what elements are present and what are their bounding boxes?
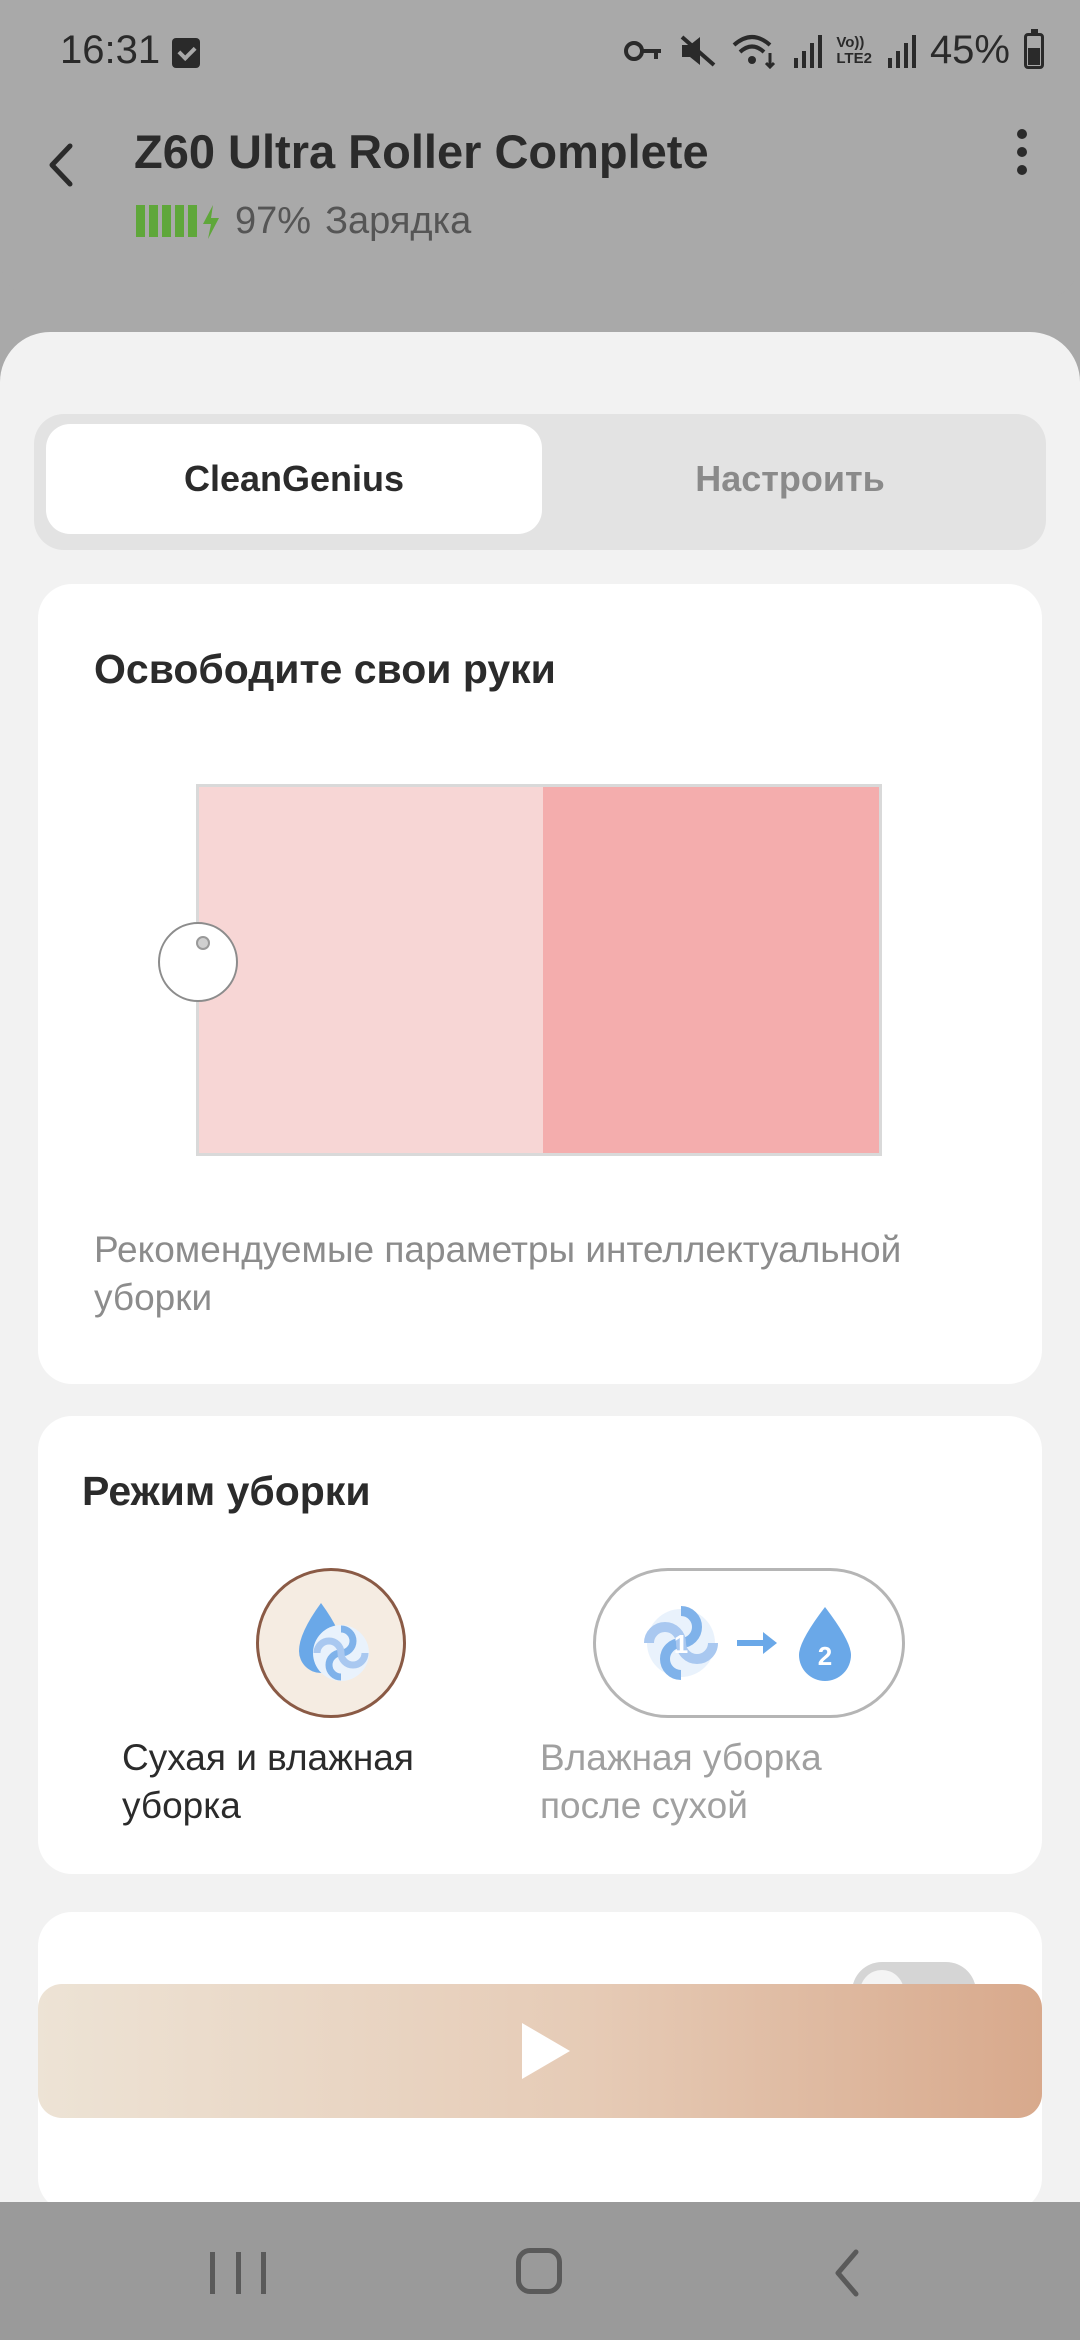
vacuum-and-mop-label: Сухая и влажная уборка — [122, 1737, 414, 1826]
cleangenius-description: Рекомендуемые параметры интеллектуальной… — [94, 1229, 902, 1318]
arrow-right-icon — [737, 1632, 777, 1654]
signal-icon — [887, 34, 916, 68]
device-title: Z60 Ultra Roller Complete — [134, 125, 709, 178]
vacuum-then-mop-label: Влажная уборка после сухой — [540, 1737, 822, 1826]
vacuum-step-icon: 1 — [644, 1606, 718, 1680]
vacuum-then-mop-option[interactable]: 1 2 — [593, 1568, 905, 1718]
play-icon — [522, 2023, 570, 2079]
vacuum-and-mop-icon — [299, 1603, 369, 1681]
cleaning-mode-title: Режим уборки — [82, 1468, 371, 1514]
notification-check-icon — [172, 38, 200, 68]
status-bar: 16:31 Vo)) LTE2 45% — [0, 0, 1080, 110]
wifi-icon — [733, 34, 776, 69]
device-battery-row: 97% Зарядка — [136, 200, 471, 243]
volte-icon: Vo)) LTE2 — [836, 33, 872, 67]
status-icons: Vo)) LTE2 45% — [624, 28, 1044, 73]
recent-apps-icon[interactable] — [210, 2252, 266, 2294]
battery-icon — [1024, 28, 1044, 69]
home-icon[interactable] — [516, 2248, 562, 2294]
room-map — [196, 784, 882, 1156]
mute-icon — [681, 34, 716, 67]
device-battery-status: Зарядка — [325, 200, 472, 242]
charging-bolt-icon — [203, 204, 219, 239]
tab-customize[interactable]: Настроить — [542, 424, 1038, 534]
back-icon[interactable] — [828, 2246, 868, 2300]
svg-text:1: 1 — [674, 1629, 688, 1659]
mode-tabs: CleanGenius Настроить — [34, 414, 1046, 550]
back-arrow-icon[interactable] — [36, 130, 86, 200]
vpn-key-icon — [624, 40, 662, 61]
cleaning-mode-card: Режим уборки Сухая и влажная уборка 1 2 — [38, 1416, 1042, 1874]
status-battery-percent: 45% — [929, 28, 1010, 72]
vacuum-and-mop-option[interactable] — [256, 1568, 406, 1718]
device-battery-level: 97% — [235, 200, 312, 242]
tab-cleangenius[interactable]: CleanGenius — [46, 424, 542, 534]
more-options-icon[interactable] — [992, 120, 1052, 190]
device-battery-icon — [136, 204, 221, 239]
map-room-zone — [199, 787, 543, 1153]
status-time: 16:31 — [60, 28, 161, 72]
cleangenius-card: Освободите свои руки Рекомендуемые парам… — [38, 584, 1042, 1384]
map-room-zone — [543, 787, 879, 1153]
mop-step-icon: 2 — [799, 1607, 851, 1681]
start-cleaning-button[interactable] — [38, 1984, 1042, 2118]
device-header: Z60 Ultra Roller Complete 97% Зарядка — [0, 110, 1080, 300]
robot-position-icon — [158, 922, 238, 1002]
system-nav-bar — [0, 2202, 1080, 2340]
svg-text:2: 2 — [818, 1641, 832, 1671]
signal-icon — [794, 34, 823, 68]
cleangenius-title: Освободите свои руки — [94, 646, 556, 692]
bottom-sheet: CleanGenius Настроить Освободите свои ру… — [0, 332, 1080, 2202]
